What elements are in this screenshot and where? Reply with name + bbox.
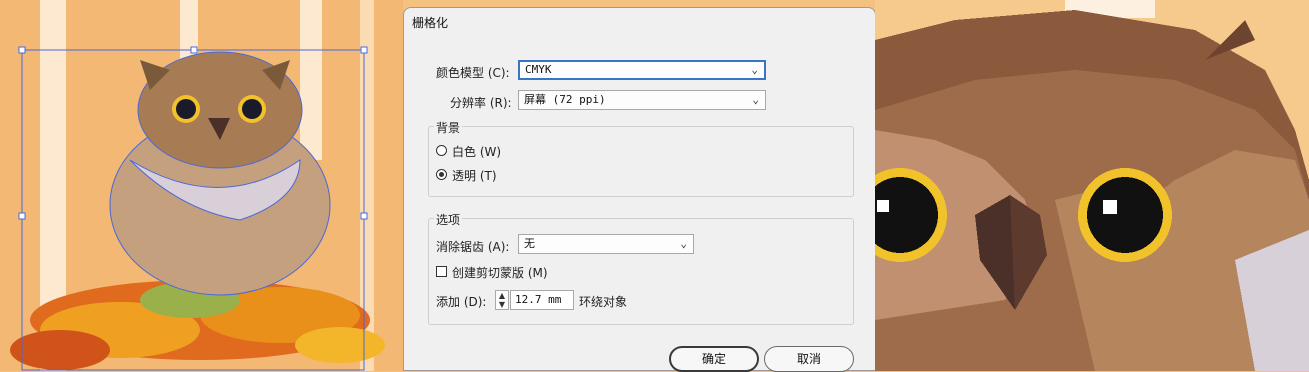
owl-rasterized-zoom [875, 0, 1309, 371]
stepper-up-icon[interactable]: ▲ [496, 291, 508, 300]
add-suffix-label: 环绕对象 [579, 295, 628, 309]
dialog-title: 栅格化 [412, 16, 449, 30]
cancel-button[interactable]: 取消 [764, 346, 854, 372]
owl-artwork-selected [0, 0, 403, 371]
antialias-select[interactable]: 无 ⌄ [518, 234, 694, 254]
rasterize-dialog: 栅格化 颜色模型 (C): CMYK ⌄ 分辨率 (R): 屏幕 (72 ppi… [403, 7, 876, 372]
add-label: 添加 (D): [436, 295, 487, 309]
clipping-mask-checkbox[interactable] [436, 266, 447, 277]
radio-white-label[interactable]: 白色 (W) [452, 143, 501, 160]
owl-right-eye [1078, 168, 1172, 262]
add-stepper[interactable]: ▲ ▼ [495, 290, 509, 310]
radio-transparent-label[interactable]: 透明 (T) [452, 167, 497, 184]
chevron-down-icon: ⌄ [680, 237, 687, 250]
artwork-canvas-right[interactable] [875, 0, 1309, 371]
radio-transparent[interactable] [436, 169, 447, 180]
ok-button[interactable]: 确定 [669, 346, 759, 372]
color-model-select[interactable]: CMYK ⌄ [518, 60, 766, 80]
stepper-down-icon[interactable]: ▼ [496, 300, 508, 309]
color-model-label: 颜色模型 (C): [436, 66, 510, 80]
options-group-title: 选项 [434, 211, 463, 228]
background-group [428, 126, 854, 197]
resolution-value: 屏幕 (72 ppi) [524, 93, 606, 106]
chevron-down-icon: ⌄ [752, 93, 759, 106]
add-distance-input[interactable]: 12.7 mm [510, 290, 574, 310]
antialias-label: 消除锯齿 (A): [436, 240, 510, 254]
clipping-mask-label[interactable]: 创建剪切蒙版 (M) [452, 264, 548, 281]
radio-white[interactable] [436, 145, 447, 156]
color-model-value: CMYK [525, 63, 552, 76]
chevron-down-icon: ⌄ [751, 63, 758, 76]
resolution-select[interactable]: 屏幕 (72 ppi) ⌄ [518, 90, 766, 110]
resolution-label: 分辨率 (R): [450, 96, 512, 110]
artwork-canvas-left[interactable] [0, 0, 403, 371]
antialias-value: 无 [524, 237, 535, 250]
background-group-title: 背景 [434, 119, 463, 136]
